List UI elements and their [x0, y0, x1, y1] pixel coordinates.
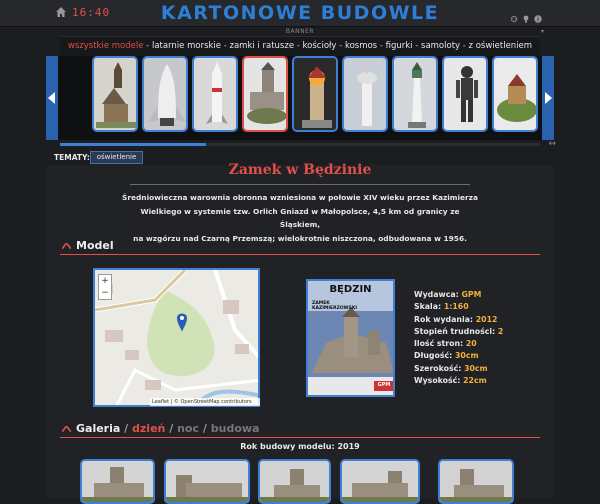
map-zoom-in-button[interactable]: +: [99, 275, 111, 287]
map-zoom-control: + −: [98, 274, 112, 300]
carousel-scrollbar[interactable]: [60, 143, 540, 146]
category-space[interactable]: kosmos: [345, 41, 377, 51]
thumbnail-castle-hill[interactable]: [492, 56, 538, 132]
category-planes[interactable]: samoloty: [421, 41, 460, 51]
carousel-next-button[interactable]: [542, 56, 554, 140]
gallery-thumb[interactable]: [340, 459, 420, 504]
lightbulb-icon[interactable]: [522, 8, 530, 23]
scrollbar-knob[interactable]: [60, 143, 206, 146]
banner-toggle-icon[interactable]: ▾: [541, 28, 544, 35]
spec-publisher: Wydawca: GPM: [414, 290, 482, 299]
thumbnail-lighthouse-lit[interactable]: [292, 56, 338, 132]
category-castles[interactable]: zamki i ratusze: [230, 41, 295, 51]
category-lit[interactable]: z oświetleniem: [469, 41, 533, 51]
spec-release-year: Rok wydania: 2012: [414, 314, 498, 324]
gallery-thumb[interactable]: [80, 459, 155, 504]
resize-arrows-icon[interactable]: ↔: [548, 139, 556, 149]
category-figures[interactable]: figurki: [386, 41, 413, 51]
thumbnail-rocket[interactable]: [192, 56, 238, 132]
spec-difficulty: Stopień trudności: 2: [414, 326, 504, 336]
gallery-tab-construction[interactable]: budowa: [211, 422, 260, 435]
chevron-left-icon: [48, 92, 55, 104]
build-year: Rok budowy modelu: 2019: [240, 442, 360, 451]
cover-subtitle: ZAMEK KAZIMIERZOWSKI: [312, 301, 358, 311]
thumbnail-space-shuttle[interactable]: [142, 56, 188, 132]
carousel-thumbnails: [92, 56, 538, 136]
model-section-title: Model: [76, 239, 114, 252]
chevron-up-icon: [62, 243, 71, 249]
description-line: Wielkiego w systemie tzw. Orlich Gniazd …: [140, 206, 460, 230]
thumbnail-castle[interactable]: [242, 56, 288, 132]
spec-length: Długość: 30cm: [414, 351, 479, 361]
page-title: Zamek w Będzinie: [228, 162, 372, 178]
gallery-thumb[interactable]: [258, 459, 331, 504]
category-all[interactable]: wszystkie modele: [68, 41, 144, 51]
gallery-section-title: Galeria: [76, 422, 121, 435]
thumbnail-tower[interactable]: [342, 56, 388, 132]
thumbnail-wooden-church[interactable]: [92, 56, 138, 132]
model-cover-image[interactable]: BĘDZIN ZAMEK KAZIMIERZOWSKI GPM: [306, 279, 395, 397]
spec-height: Wysokość: 22cm: [414, 376, 487, 386]
chevron-right-icon: [545, 92, 552, 104]
gallery-title: Galeria / dzień / noc / budowa: [76, 422, 260, 435]
info-icon[interactable]: [534, 8, 542, 23]
title-divider: [130, 184, 470, 185]
spec-width: Szerokość: 30cm: [414, 363, 488, 373]
model-specs: Wydawca: GPM Skala: 1:160 Rok wydania: 2…: [414, 289, 503, 387]
cover-publisher-badge: GPM: [377, 382, 391, 388]
page-description: Średniowieczna warownia obronna wzniesio…: [120, 191, 480, 245]
gear-icon[interactable]: [510, 8, 518, 23]
map-attribution[interactable]: Leaflet | © OpenStreetMap contributors: [150, 398, 260, 406]
top-icons: [510, 8, 542, 23]
thumbnail-lighthouse[interactable]: [392, 56, 438, 132]
cover-title: BĘDZIN: [329, 284, 372, 295]
category-list: wszystkie modele - latarnie morskie - za…: [67, 41, 533, 51]
description-line: Średniowieczna warownia obronna wzniesio…: [122, 193, 478, 202]
model-section-header[interactable]: Model: [60, 239, 540, 255]
category-lighthouses[interactable]: latarnie morskie: [152, 41, 221, 51]
category-bar: wszystkie modele - latarnie morskie - za…: [60, 36, 540, 56]
gallery-thumb[interactable]: [164, 459, 250, 504]
topics-label: TEMATY:: [54, 153, 90, 162]
carousel-prev-button[interactable]: [46, 56, 58, 140]
location-map[interactable]: [93, 268, 260, 407]
spec-pages: Ilość stron: 20: [414, 339, 477, 349]
gallery-thumb[interactable]: [438, 459, 514, 504]
chevron-up-icon: [62, 426, 71, 432]
gallery-tab-night[interactable]: noc: [177, 422, 199, 435]
map-zoom-out-button[interactable]: −: [99, 287, 111, 299]
spec-scale: Skala: 1:160: [414, 302, 469, 312]
banner-label: BANNER: [285, 28, 315, 35]
category-churches[interactable]: kościoły: [303, 41, 337, 51]
thumbnail-predator-figure[interactable]: [442, 56, 488, 132]
gallery-tab-day[interactable]: dzień: [132, 422, 165, 435]
